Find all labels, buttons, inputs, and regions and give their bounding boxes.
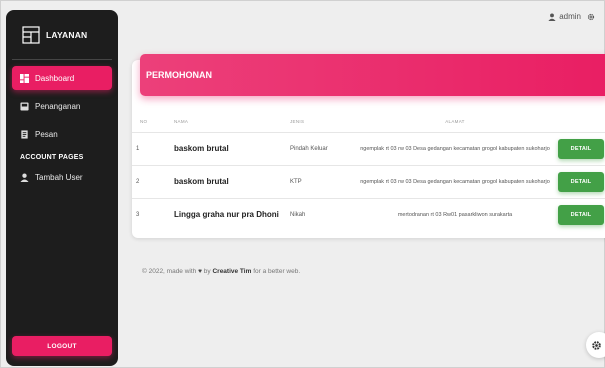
cell-jenis: Pindah Keluar <box>290 131 352 165</box>
sidebar-item-label: Tambah User <box>35 172 83 182</box>
brand-title: LAYANAN <box>46 29 88 40</box>
table-row: 3 Lingga graha nur pra Dhoni Nikah merto… <box>132 197 605 231</box>
layout-grid-icon <box>22 25 40 44</box>
footer-author-link[interactable]: Creative Tim <box>212 268 251 275</box>
person-icon <box>20 173 29 182</box>
cell-nama: baskom brutal <box>174 164 290 198</box>
gear-icon[interactable] <box>587 13 595 21</box>
table-row: 1 baskom brutal Pindah Keluar ngemplak r… <box>132 131 605 165</box>
brand[interactable]: LAYANAN <box>12 10 112 60</box>
logout-button[interactable]: LOGOUT <box>12 336 112 356</box>
detail-button[interactable]: DETAIL <box>558 204 604 225</box>
user-name: admin <box>559 12 581 21</box>
settings-fab-button[interactable] <box>586 332 605 358</box>
card-title: PERMOHONAN <box>146 70 213 80</box>
footer-by: by <box>203 268 211 275</box>
cell-alamat: mertodranan rt 03 Rw01 pasarkliwon surak… <box>352 197 558 231</box>
table-header-row: NO NAMA JENIS ALAMAT <box>132 112 605 132</box>
cell-action: DETAIL <box>558 164 605 198</box>
user-menu[interactable]: admin <box>548 12 581 21</box>
inbox-icon <box>20 101 29 111</box>
heart-icon: ♥ <box>198 268 202 275</box>
footer: © 2022, made with ♥ by Creative Tim for … <box>142 268 300 275</box>
cell-alamat: ngemplak rt 03 rw 03 Desa gedangan kecam… <box>352 164 558 198</box>
user-icon <box>548 12 556 21</box>
footer-prefix: © 2022, made with <box>142 268 197 275</box>
column-header-nama: NAMA <box>174 119 189 125</box>
cell-no: 2 <box>132 164 174 198</box>
sidebar-item-pesan[interactable]: Pesan <box>12 122 112 146</box>
cell-jenis: Nikah <box>290 197 352 231</box>
column-header-action <box>558 112 605 132</box>
cell-no: 3 <box>132 197 174 231</box>
section-title-account-pages: ACCOUNT PAGES <box>20 154 84 161</box>
permohonan-table: NO NAMA JENIS ALAMAT 1 baskom brutal Pin… <box>132 112 605 231</box>
card-header: PERMOHONAN <box>140 54 605 96</box>
gear-icon <box>592 340 601 350</box>
cell-action: DETAIL <box>558 131 605 165</box>
sidebar-item-label: Dashboard <box>35 73 75 83</box>
sidebar-item-label: Pesan <box>35 129 58 139</box>
detail-button[interactable]: DETAIL <box>558 138 604 159</box>
cell-action: DETAIL <box>558 197 605 231</box>
cell-jenis: KTP <box>290 164 352 198</box>
column-header-alamat: ALAMAT <box>445 119 465 125</box>
sidebar-item-tambah-user[interactable]: Tambah User <box>12 165 112 189</box>
sidebar: LAYANAN Dashboard Penanganan Pesan ACCOU… <box>6 10 118 366</box>
dashboard-icon <box>20 73 29 83</box>
column-header-no: NO <box>140 119 148 125</box>
topbar: admin <box>548 12 595 21</box>
cell-alamat: ngemplak rt 03 rw 03 Desa gedangan kecam… <box>352 131 558 165</box>
cell-no: 1 <box>132 131 174 165</box>
sidebar-item-penanganan[interactable]: Penanganan <box>12 94 112 118</box>
sidebar-nav: Dashboard Penanganan Pesan ACCOUNT PAGES <box>6 66 118 189</box>
table-row: 2 baskom brutal KTP ngemplak rt 03 rw 03… <box>132 164 605 198</box>
cell-nama: baskom brutal <box>174 131 290 165</box>
column-header-jenis: JENIS <box>290 119 305 125</box>
detail-button[interactable]: DETAIL <box>558 171 604 192</box>
footer-suffix: for a better web. <box>253 268 301 275</box>
sidebar-item-label: Penanganan <box>35 101 81 111</box>
cell-nama: Lingga graha nur pra Dhoni <box>174 197 290 231</box>
receipt-icon <box>21 129 28 139</box>
permohonan-card: PERMOHONAN NO NAMA JENIS ALAMAT 1 baskom… <box>132 54 605 238</box>
sidebar-item-dashboard[interactable]: Dashboard <box>12 66 112 90</box>
